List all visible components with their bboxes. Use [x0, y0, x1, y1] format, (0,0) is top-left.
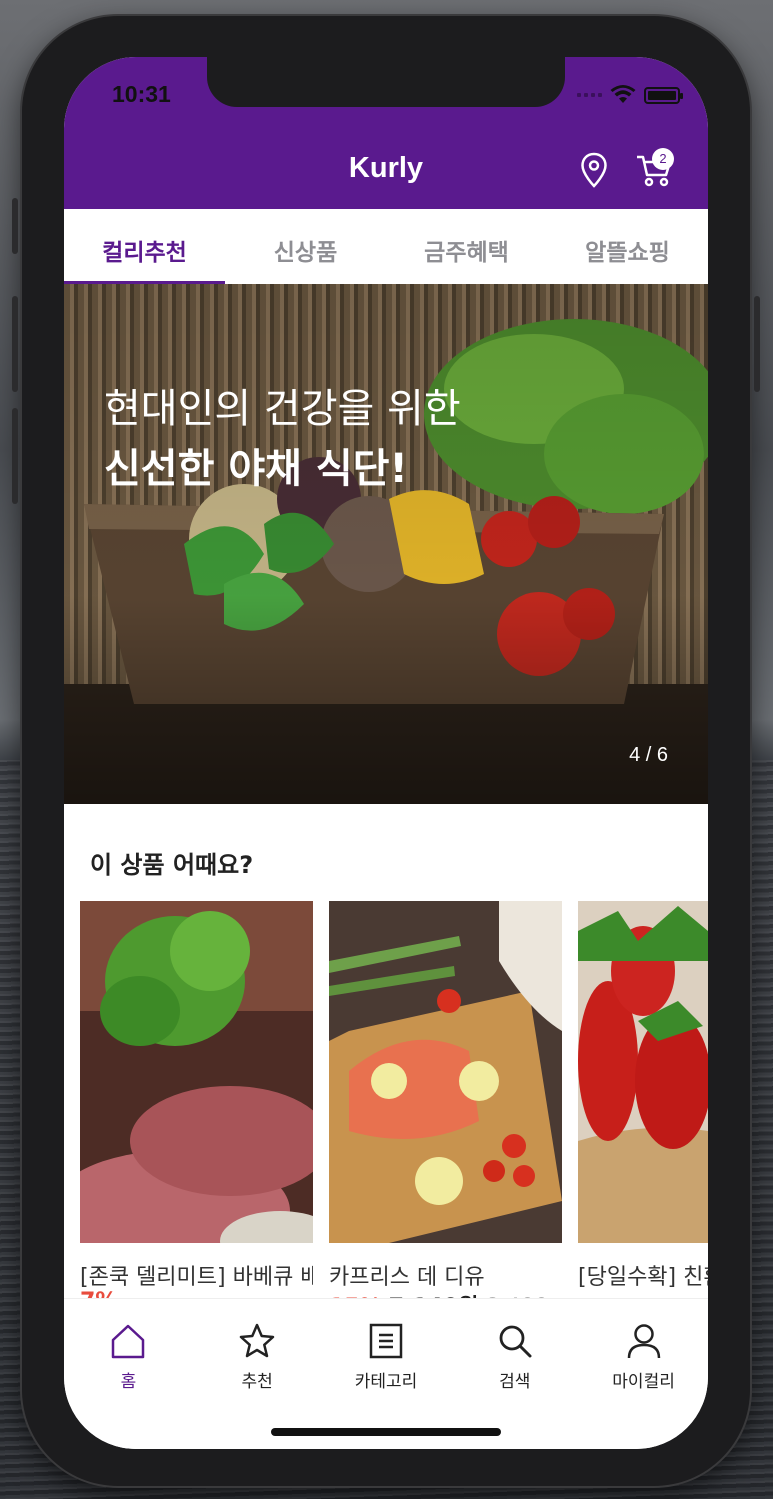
wifi-icon	[610, 85, 636, 103]
app-header: 10:31 Kurly 2	[64, 57, 708, 209]
nav-search[interactable]: 검색	[450, 1299, 579, 1449]
product-image-strawberry	[578, 901, 708, 1243]
banner-title-line2: 신선한 야채 식단!	[104, 446, 408, 492]
search-icon	[499, 1325, 532, 1358]
product-card[interactable]: [존쿡 델리미트] 바베큐 배립 450g 7%	[64, 901, 340, 1307]
tab-bargain-shopping[interactable]: 알뜰쇼핑	[547, 209, 708, 284]
nav-label-category: 카테고리	[354, 1372, 418, 1392]
nav-label-search: 검색	[499, 1372, 531, 1392]
product-card[interactable]: [당일수확] 친환경 유스 딸기 (설	[578, 901, 708, 1289]
mute-switch	[12, 198, 18, 254]
status-icons	[577, 85, 683, 105]
product-name: 카프리스 데 디유	[329, 1265, 485, 1289]
location-pin-icon[interactable]	[580, 152, 608, 188]
power-button	[754, 296, 760, 392]
home-icon	[112, 1324, 145, 1359]
product-image-steak	[64, 901, 340, 1271]
nav-home[interactable]: 홈	[64, 1299, 193, 1449]
cart-count-badge: 2	[652, 148, 674, 170]
signal-icon	[577, 93, 602, 97]
tab-new-products[interactable]: 신상품	[225, 209, 386, 284]
product-name: [존쿡 델리미트] 바베큐 배립 450g	[80, 1265, 313, 1289]
notch	[207, 57, 565, 107]
product-carousel: [존쿡 델리미트] 바베큐 배립 450g 7% 카프리스 데	[64, 901, 708, 1307]
tab-weekly-benefits[interactable]: 금주혜택	[386, 209, 547, 284]
product-name: [당일수확] 친환경 유스 딸기 (설	[578, 1265, 708, 1289]
nav-label-recommend: 추천	[241, 1372, 273, 1392]
hero-banner[interactable]: 현대인의 건강을 위한 신선한 야채 식단! 4 / 6	[64, 284, 708, 804]
bottom-navigation: 홈 추천 카테고리 검색 마이컬리	[64, 1298, 708, 1449]
section-title: 이 상품 어때요?	[90, 851, 254, 879]
app-title: Kurly	[348, 152, 424, 184]
banner-overlay	[64, 284, 708, 804]
status-time: 10:31	[112, 81, 171, 107]
battery-icon	[644, 86, 683, 104]
product-card[interactable]: 카프리스 데 디유 15% 7,140원 8,400	[329, 901, 562, 1307]
banner-title-line1: 현대인의 건강을 위한	[104, 386, 461, 432]
profile-icon	[627, 1324, 660, 1359]
category-tabs: 컬리추천 신상품 금주혜택 알뜰쇼핑	[64, 209, 708, 284]
star-icon	[239, 1323, 275, 1358]
category-icon	[369, 1323, 403, 1359]
tab-recommend[interactable]: 컬리추천	[64, 209, 225, 284]
home-indicator	[271, 1428, 501, 1436]
nav-recommend[interactable]: 추천	[193, 1299, 322, 1449]
app-screen: 10:31 Kurly 2 컬리추천 신상품 금주혜택 알뜰쇼핑 현대인의 건강…	[64, 57, 708, 1449]
product-image-salmon	[329, 901, 562, 1243]
banner-page-indicator: 4 / 6	[629, 744, 668, 766]
nav-category[interactable]: 카테고리	[322, 1299, 451, 1449]
volume-up-button	[12, 296, 18, 392]
nav-my-kurly[interactable]: 마이컬리	[579, 1299, 708, 1449]
volume-down-button	[12, 408, 18, 504]
nav-label-home: 홈	[120, 1372, 137, 1392]
nav-label-my-kurly: 마이컬리	[612, 1372, 675, 1392]
